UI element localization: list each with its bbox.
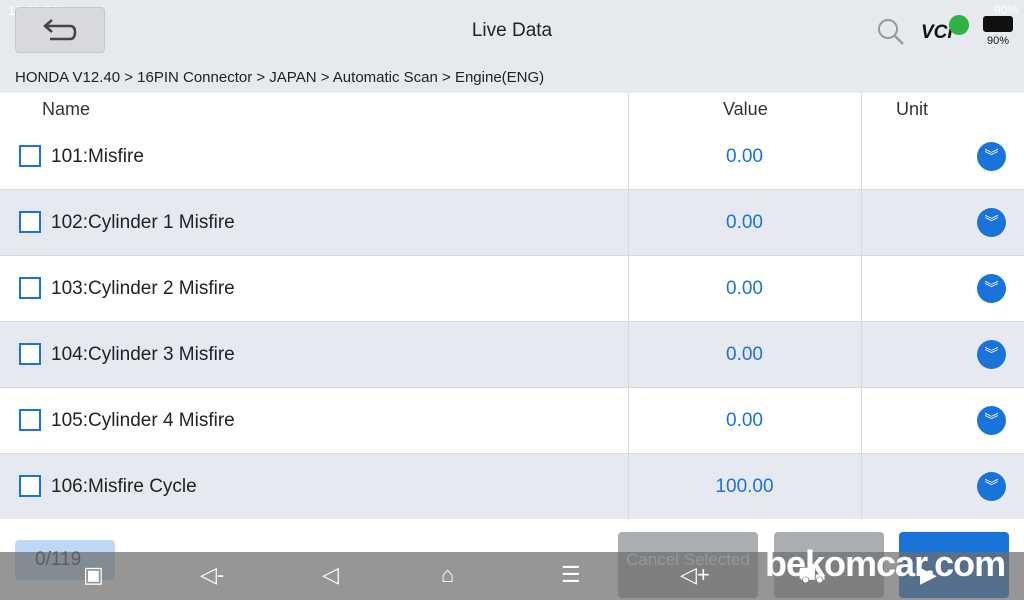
nav-back-icon[interactable]: ◁ [322, 562, 339, 588]
breadcrumb: HONDA V12.40 > 16PIN Connector > JAPAN >… [0, 62, 1024, 93]
row-name: 106:Misfire Cycle [51, 476, 197, 497]
row-value: 100.00 [715, 476, 774, 497]
column-name: Name [42, 99, 91, 119]
live-data-list[interactable]: 100:Catalyst Temperature 236.20 deg C ︾ … [0, 93, 1024, 519]
search-icon[interactable] [877, 18, 905, 46]
page-title: Live Data [471, 20, 553, 41]
row-checkbox[interactable] [19, 475, 41, 497]
table-row[interactable]: 105:Cylinder 4 Misfire 0.00 ︾ [0, 388, 1024, 454]
column-value: Value [723, 99, 768, 119]
expand-chevron-icon[interactable]: ︾ [977, 340, 1006, 369]
row-name: 102:Cylinder 1 Misfire [51, 212, 235, 233]
row-name: 104:Cylinder 3 Misfire [51, 344, 235, 365]
table-row[interactable]: 102:Cylinder 1 Misfire 0.00 ︾ [0, 190, 1024, 256]
table-row[interactable]: 104:Cylinder 3 Misfire 0.00 ︾ [0, 322, 1024, 388]
divider [628, 93, 629, 519]
row-checkbox[interactable] [19, 277, 41, 299]
battery-percent: 90% [987, 35, 1010, 47]
top-bar: 12:36 PM 90% Live Data VCI 90% [0, 0, 1024, 62]
expand-chevron-icon[interactable]: ︾ [977, 472, 1006, 501]
expand-chevron-icon[interactable]: ︾ [977, 274, 1006, 303]
expand-chevron-icon[interactable]: ︾ [977, 142, 1006, 171]
home-icon[interactable]: ⌂ [441, 562, 454, 588]
column-unit: Unit [896, 99, 929, 119]
volume-down-icon[interactable]: ◁- [200, 562, 224, 588]
table-row[interactable]: 106:Misfire Cycle 100.00 ︾ [0, 454, 1024, 519]
row-value: 0.00 [726, 344, 763, 365]
row-name: 103:Cylinder 2 Misfire [51, 278, 235, 299]
row-checkbox[interactable] [19, 211, 41, 233]
row-checkbox[interactable] [19, 409, 41, 431]
row-checkbox[interactable] [19, 343, 41, 365]
row-name: 105:Cylinder 4 Misfire [51, 410, 235, 431]
row-name: 101:Misfire [51, 146, 144, 167]
row-checkbox[interactable] [19, 145, 41, 167]
row-value: 0.00 [726, 212, 763, 233]
expand-chevron-icon[interactable]: ︾ [977, 406, 1006, 435]
table-row[interactable]: 101:Misfire 0.00 ︾ [0, 124, 1024, 190]
table-row[interactable]: 103:Cylinder 2 Misfire 0.00 ︾ [0, 256, 1024, 322]
screenshot-icon[interactable]: ▣ [83, 562, 104, 588]
watermark: bekomcar.com [765, 543, 1006, 584]
divider [861, 93, 862, 519]
row-value: 0.00 [726, 278, 763, 299]
vci-label[interactable]: VCI [921, 22, 953, 44]
status-battery: 90% [993, 3, 1018, 17]
expand-chevron-icon[interactable]: ︾ [977, 208, 1006, 237]
table-header: Name Value Unit [0, 93, 1024, 124]
battery-icon [983, 16, 1013, 32]
volume-up-icon[interactable]: ◁+ [680, 562, 710, 588]
wifi-icon [949, 15, 969, 35]
row-value: 0.00 [726, 410, 763, 431]
row-value: 0.00 [726, 146, 763, 167]
menu-icon[interactable]: ☰ [561, 562, 581, 588]
